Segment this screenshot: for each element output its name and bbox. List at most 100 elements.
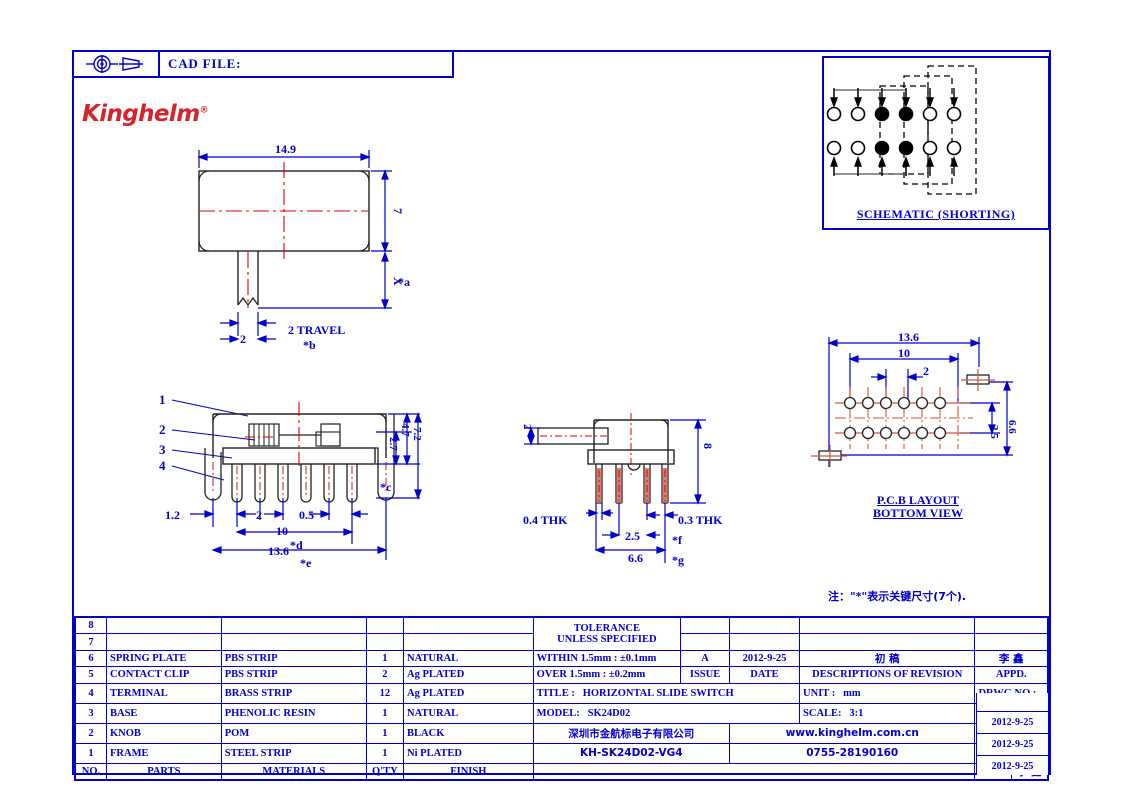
appd-header: APPD. xyxy=(974,666,1049,684)
side-view-actuator-thickness: 2 xyxy=(521,424,533,430)
scale-label: SCALE: xyxy=(803,707,842,719)
front-view-pitch-dim: 2 xyxy=(256,508,262,522)
issue-blank-2 xyxy=(680,633,730,651)
part-name: BASE xyxy=(105,702,222,724)
revision-text: 初 稿 xyxy=(799,649,976,668)
part-finish: NATURAL xyxy=(403,702,534,724)
company-phone: 0755-28190160 xyxy=(728,742,976,764)
col-header-materials: MATERIALS xyxy=(220,762,367,781)
part-material: POM xyxy=(220,722,367,744)
part-no: 3 xyxy=(74,702,107,724)
col-header-finish: FINISH xyxy=(403,762,534,781)
issue-date: 2012-9-25 xyxy=(728,649,801,668)
revision-blank-1 xyxy=(799,616,976,635)
front-view-height-2: 4.7 xyxy=(399,423,411,437)
part-no: 4 xyxy=(74,682,107,704)
revision-blank-2 xyxy=(799,633,976,651)
title-value: HORIZONTAL SLIDE SWITCH xyxy=(582,687,734,699)
header-bar: CAD FILE: xyxy=(72,50,454,78)
front-view-gap-dim: 0.5 xyxy=(299,508,314,522)
pcb-caption-line1: P.C.B LAYOUT xyxy=(876,493,960,507)
side-view-body-height: 8 xyxy=(701,443,715,449)
signature-date-column: 2012-9-25 2012-9-25 2012-9-25 xyxy=(976,693,1048,775)
part-finish: NATURAL xyxy=(403,649,534,668)
table-row: 3 BASE PHENOLIC RESIN 1 NATURAL MODEL: S… xyxy=(74,702,1049,724)
tolerance-line1: TOLERANCE xyxy=(573,622,641,634)
kinghelm-logo: Kinghelm® xyxy=(82,101,209,127)
part-finish xyxy=(403,616,534,635)
part-name: TERMINAL xyxy=(105,682,222,704)
part-no: 7 xyxy=(74,633,107,651)
front-view-pin-span-key: *d xyxy=(290,538,303,552)
model-cell: MODEL: SK24D02 xyxy=(532,702,801,724)
part-no: 1 xyxy=(74,742,107,764)
front-view-pin-span-dim: 10 xyxy=(276,524,288,538)
part-material xyxy=(220,616,367,635)
part-material: PBS STRIP xyxy=(220,649,367,668)
table-row: 1 FRAME STEEL STRIP 1 Ni PLATED KH-SK24D… xyxy=(74,742,1049,764)
schematic-diagram xyxy=(826,65,977,195)
model-value: SK24D02 xyxy=(587,707,631,719)
part-material: PBS STRIP xyxy=(220,666,367,684)
side-view-pin-pitch-key: *f xyxy=(672,533,682,547)
part-name: SPRING PLATE xyxy=(105,649,222,668)
part-material xyxy=(220,633,367,651)
top-view-knob-height-key: *a xyxy=(398,275,410,289)
part-qty: 1 xyxy=(365,649,405,668)
part-no: 8 xyxy=(74,616,107,635)
part-qty: 2 xyxy=(365,666,405,684)
model-label: MODEL: xyxy=(536,707,580,719)
table-header-row: NO. PARTS MATERIALS Q'TY FINISH APPD. 李 … xyxy=(74,762,1049,781)
part-material: STEEL STRIP xyxy=(220,742,367,764)
table-row: 2 KNOB POM 1 BLACK 深圳市金航标电子有限公司 www.king… xyxy=(74,722,1049,744)
front-view-callout-2: 2 xyxy=(159,422,166,437)
part-qty xyxy=(365,633,405,651)
registered-mark: ® xyxy=(199,105,209,116)
drawing-title: TITLE : HORIZONTAL SLIDE SWITCH xyxy=(532,682,801,704)
date-label: DATE xyxy=(728,666,801,684)
side-view-right-thk: 0.3 THK xyxy=(678,513,723,527)
company-website[interactable]: www.kinghelm.com.cn xyxy=(728,722,976,744)
chkd-date: 2012-9-25 xyxy=(977,734,1048,756)
pcb-hole-span-dim: 10 xyxy=(898,346,910,360)
part-number: KH-SK24D02-VG4 xyxy=(532,742,730,764)
appd-blank-1 xyxy=(974,616,1049,635)
top-view-travel-key: *b xyxy=(303,338,316,352)
part-qty xyxy=(365,616,405,635)
part-material: PHENOLIC RESIN xyxy=(220,702,367,724)
part-qty: 1 xyxy=(365,702,405,724)
side-view-depth: 6.6 xyxy=(628,551,643,565)
top-view-width-dim: 14.9 xyxy=(275,142,296,156)
pcb-caption-line2: BOTTOM VIEW xyxy=(873,505,963,520)
revision-header: DESCRIPTIONS OF REVISION xyxy=(799,666,976,684)
logo-text: Kinghelm xyxy=(82,101,200,127)
dwn-date: 2012-9-25 xyxy=(977,712,1048,734)
schematic-caption: SCHEMATIC (SHORTING) xyxy=(856,207,1016,221)
date-blank-1 xyxy=(728,616,801,635)
part-name xyxy=(105,616,222,635)
side-view-drawing xyxy=(524,413,706,563)
date-blank-2 xyxy=(728,633,801,651)
issue-blank-1 xyxy=(680,616,730,635)
part-no: 6 xyxy=(74,649,107,668)
cad-file-label: CAD FILE: xyxy=(168,56,242,71)
side-view-pin-pitch: 2.5 xyxy=(625,529,640,543)
top-view-height-dim: 7 xyxy=(391,208,405,214)
first-angle-projection-icon xyxy=(74,52,160,76)
revision-appd-sign: 李 鑫 xyxy=(974,649,1049,668)
tolerance-header: TOLERANCE UNLESS SPECIFIED xyxy=(532,616,682,651)
part-no: 5 xyxy=(74,666,107,684)
company-name-cn: 深圳市金航标电子有限公司 xyxy=(532,722,730,744)
table-row: 4 TERMINAL BRASS STRIP 12 Ag PLATED TITL… xyxy=(74,682,1049,704)
appd-date: 2012-9-25 xyxy=(991,760,1034,772)
scale-value: 3:1 xyxy=(849,707,864,719)
title-block-table: 8 TOLERANCE UNLESS SPECIFIED 7 6 SPRING … xyxy=(74,616,1049,781)
part-name: KNOB xyxy=(105,722,222,744)
table-row: 8 TOLERANCE UNLESS SPECIFIED xyxy=(74,616,1049,651)
issue-label: ISSUE xyxy=(680,666,730,684)
part-finish xyxy=(403,633,534,651)
title-label: TITLE : xyxy=(536,687,575,699)
part-qty: 1 xyxy=(365,742,405,764)
unit-value: mm xyxy=(843,687,861,699)
issue-value: A xyxy=(680,649,730,668)
